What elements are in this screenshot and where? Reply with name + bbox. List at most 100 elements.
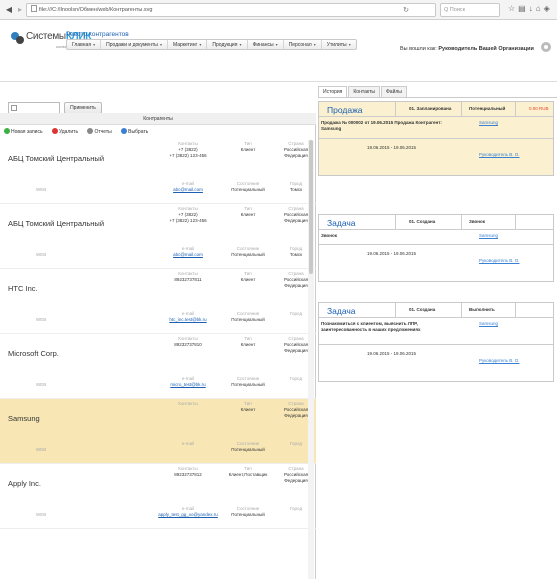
card-responsible-link[interactable]: Руководитель В. О. <box>479 358 520 363</box>
card-client-link[interactable]: Samsung <box>479 233 498 238</box>
record-email: e-mail htc_inc.test@bk.ru <box>156 311 220 323</box>
record-status: Состояние Потенциальный <box>231 181 265 192</box>
browser-toolbar: ◀ ▸ file:///C:/Ilnoolsn/Обмен/web/Контра… <box>0 0 557 20</box>
card-kind-link[interactable]: Продажа <box>327 105 362 115</box>
list-item[interactable]: Samsung WEB Контакты Тип Клиент Страна Российс… <box>0 399 316 464</box>
counterparty-list-panel: Контрагенты Новая запись Удалить Отчеты … <box>0 113 316 579</box>
record-contacts: Контакты 89232737811 <box>174 271 202 282</box>
record-contacts: Контакты +7 (3822) +7 (3822) 123-456 <box>169 206 207 223</box>
email-link[interactable]: abc@mail.com <box>156 187 220 193</box>
card-extra: Выполнить <box>469 307 495 312</box>
chevron-down-icon: ▾ <box>274 42 278 47</box>
list-item[interactable]: Apply Inc. WEB Контакты 89232737812 Тип Клиен… <box>0 464 316 529</box>
record-contacts: Контакты +7 (3822) +7 (3822) 123-456 <box>169 141 207 158</box>
record-type: Тип Клиент <box>240 206 256 217</box>
record-list[interactable]: АБЦ Томский Центральный WEB Контакты +7 (38… <box>0 139 316 579</box>
record-web-label: WEB <box>36 187 47 192</box>
record-name[interactable]: АБЦ Томский Центральный <box>8 154 104 163</box>
card-responsible-link[interactable]: Руководитель В. О. <box>479 258 520 263</box>
tab-files[interactable]: Файлы <box>381 86 407 97</box>
card-state: 01. Создана <box>409 219 436 224</box>
tab-history[interactable]: История <box>318 86 348 97</box>
trash-icon <box>51 128 58 134</box>
menu-item-2[interactable]: Маркетинг ▾ <box>168 40 208 49</box>
select-button[interactable]: Выбрать <box>121 128 152 135</box>
card-body: Звонок Samsung <box>319 230 553 245</box>
list-scrollbar-thumb[interactable] <box>309 140 313 274</box>
browser-search-input[interactable]: Q Поиск <box>440 3 500 17</box>
card-body: Продажа № 000002 от 19.06.2015 Продажа К… <box>319 117 553 139</box>
user-name[interactable]: Руководитель Вашей Организации <box>438 46 534 52</box>
record-email: e-mail micro_test@bk.ru <box>156 376 220 388</box>
card-dates: 19.06.2015 - 19.06.2015 <box>367 251 417 256</box>
delete-button[interactable]: Удалить <box>51 128 82 135</box>
forward-icon[interactable]: ▸ <box>14 4 26 16</box>
record-name[interactable]: АБЦ Томский Центральный <box>8 219 104 228</box>
email-link[interactable]: htc_inc.test@bk.ru <box>156 317 220 323</box>
record-name[interactable]: Apply Inc. <box>8 479 41 488</box>
card-client-link[interactable]: Samsung <box>479 321 498 326</box>
user-info: Вы вошли как: Руководитель Вашей Организ… <box>400 46 534 52</box>
card-client-link[interactable]: Samsung <box>479 120 498 125</box>
menu-item-1[interactable]: Продажи и документы ▾ <box>101 40 168 49</box>
record-name[interactable]: Samsung <box>8 414 40 423</box>
chevron-down-icon: ▾ <box>238 42 242 47</box>
record-name[interactable]: Microsoft Corp. <box>8 349 59 358</box>
list-header: Контрагенты <box>0 113 316 125</box>
chevron-down-icon: ▾ <box>158 42 162 47</box>
email-link[interactable]: micro_test@bk.ru <box>156 382 220 388</box>
record-web-label: WEB <box>36 317 47 322</box>
email-link[interactable]: apply_test_gg_xo@yandex.ru <box>156 512 220 518</box>
details-tabs: История Контакты Файлы <box>318 86 408 97</box>
email-link[interactable]: abc@mail.com <box>156 252 220 258</box>
menu-item-4[interactable]: Финансы ▾ <box>248 40 284 49</box>
logo[interactable]: СистемыКЛИК солюшн <box>10 29 91 55</box>
card-description: Познакомиться с клиентом, выяснить ЛПР, … <box>321 321 421 332</box>
sale-card[interactable]: Продажа 01. Запланирована Потенциальный 0.0… <box>318 101 554 176</box>
app-header: СистемыКЛИК солюшн Реестр контрагентов Г… <box>0 20 557 82</box>
card-header: Задача 01. Создана Звонок <box>319 215 553 230</box>
menu-item-5[interactable]: Персонал ▾ <box>284 40 322 49</box>
card-kind-link[interactable]: Задача <box>327 218 356 228</box>
reports-button[interactable]: Отчеты <box>87 128 115 135</box>
task-card[interactable]: Задача 01. Создана Звонок Звонок Samsung 19.0… <box>318 214 554 282</box>
new-record-button[interactable]: Новая запись <box>4 128 47 135</box>
card-header: Задача 01. Создана Выполнить <box>319 303 553 318</box>
filter-checkbox[interactable] <box>11 105 17 111</box>
card-kind-link[interactable]: Задача <box>327 306 356 316</box>
chevron-down-icon: ▾ <box>347 42 351 47</box>
card-dates: 19.06.2015 - 19.06.2015 <box>367 145 417 150</box>
card-footer: 19.06.2015 - 19.06.2015 Руководитель В. О… <box>319 245 553 281</box>
browser-toolbar-icons: ☆▤↓⌂◈ <box>508 4 553 13</box>
list-item[interactable]: АБЦ Томский Центральный WEB Контакты +7 (38… <box>0 204 316 269</box>
address-bar[interactable]: file:///C:/Ilnoolsn/Обмен/web/Контрагент… <box>26 3 436 17</box>
record-type: Тип Клиент <box>240 336 256 347</box>
shield-icon[interactable]: ◈ <box>544 4 553 13</box>
card-description: Продажа № 000002 от 19.06.2015 Продажа К… <box>321 120 442 131</box>
list-item[interactable]: Microsoft Corp. WEB Контакты 89232737810 Тип… <box>0 334 316 399</box>
menu-item-0[interactable]: Главная ▾ <box>67 40 102 49</box>
record-status: Состояние Потенциальный <box>231 311 265 322</box>
card-body: Познакомиться с клиентом, выяснить ЛПР, … <box>319 318 553 345</box>
list-item[interactable]: HTC Inc. WEB Контакты 89232737811 Тип Клиент С… <box>0 269 316 334</box>
menu-item-3[interactable]: Продукция ▾ <box>207 40 248 49</box>
menu-item-6[interactable]: Утилиты ▾ <box>322 40 356 49</box>
list-item[interactable]: АБЦ Томский Центральный WEB Контакты +7 (38… <box>0 139 316 204</box>
download-icon[interactable]: ↓ <box>529 4 536 13</box>
tab-contacts[interactable]: Контакты <box>348 86 380 97</box>
record-web-label: WEB <box>36 252 47 257</box>
record-status: Состояние Потенциальный <box>231 246 265 257</box>
bookmark-star-icon[interactable]: ☆ <box>508 4 518 13</box>
record-status: Состояние Потенциальный <box>231 441 265 452</box>
record-name[interactable]: HTC Inc. <box>8 284 38 293</box>
reload-icon[interactable]: ↻ <box>403 5 409 17</box>
details-panel: История Контакты Файлы Продажа 01. Заплан… <box>318 86 557 579</box>
card-responsible-link[interactable]: Руководитель В. О. <box>479 152 520 157</box>
gear-icon[interactable] <box>540 41 552 53</box>
library-icon[interactable]: ▤ <box>518 4 529 13</box>
card-footer: 19.06.2015 - 19.06.2015 Руководитель В. О… <box>319 139 553 175</box>
record-email: e-mail apply_test_gg_xo@yandex.ru <box>156 506 220 518</box>
task-card[interactable]: Задача 01. Создана Выполнить Познакомиться … <box>318 302 554 382</box>
page-title[interactable]: Реестр контрагентов <box>66 31 129 38</box>
home-icon[interactable]: ⌂ <box>536 4 544 13</box>
